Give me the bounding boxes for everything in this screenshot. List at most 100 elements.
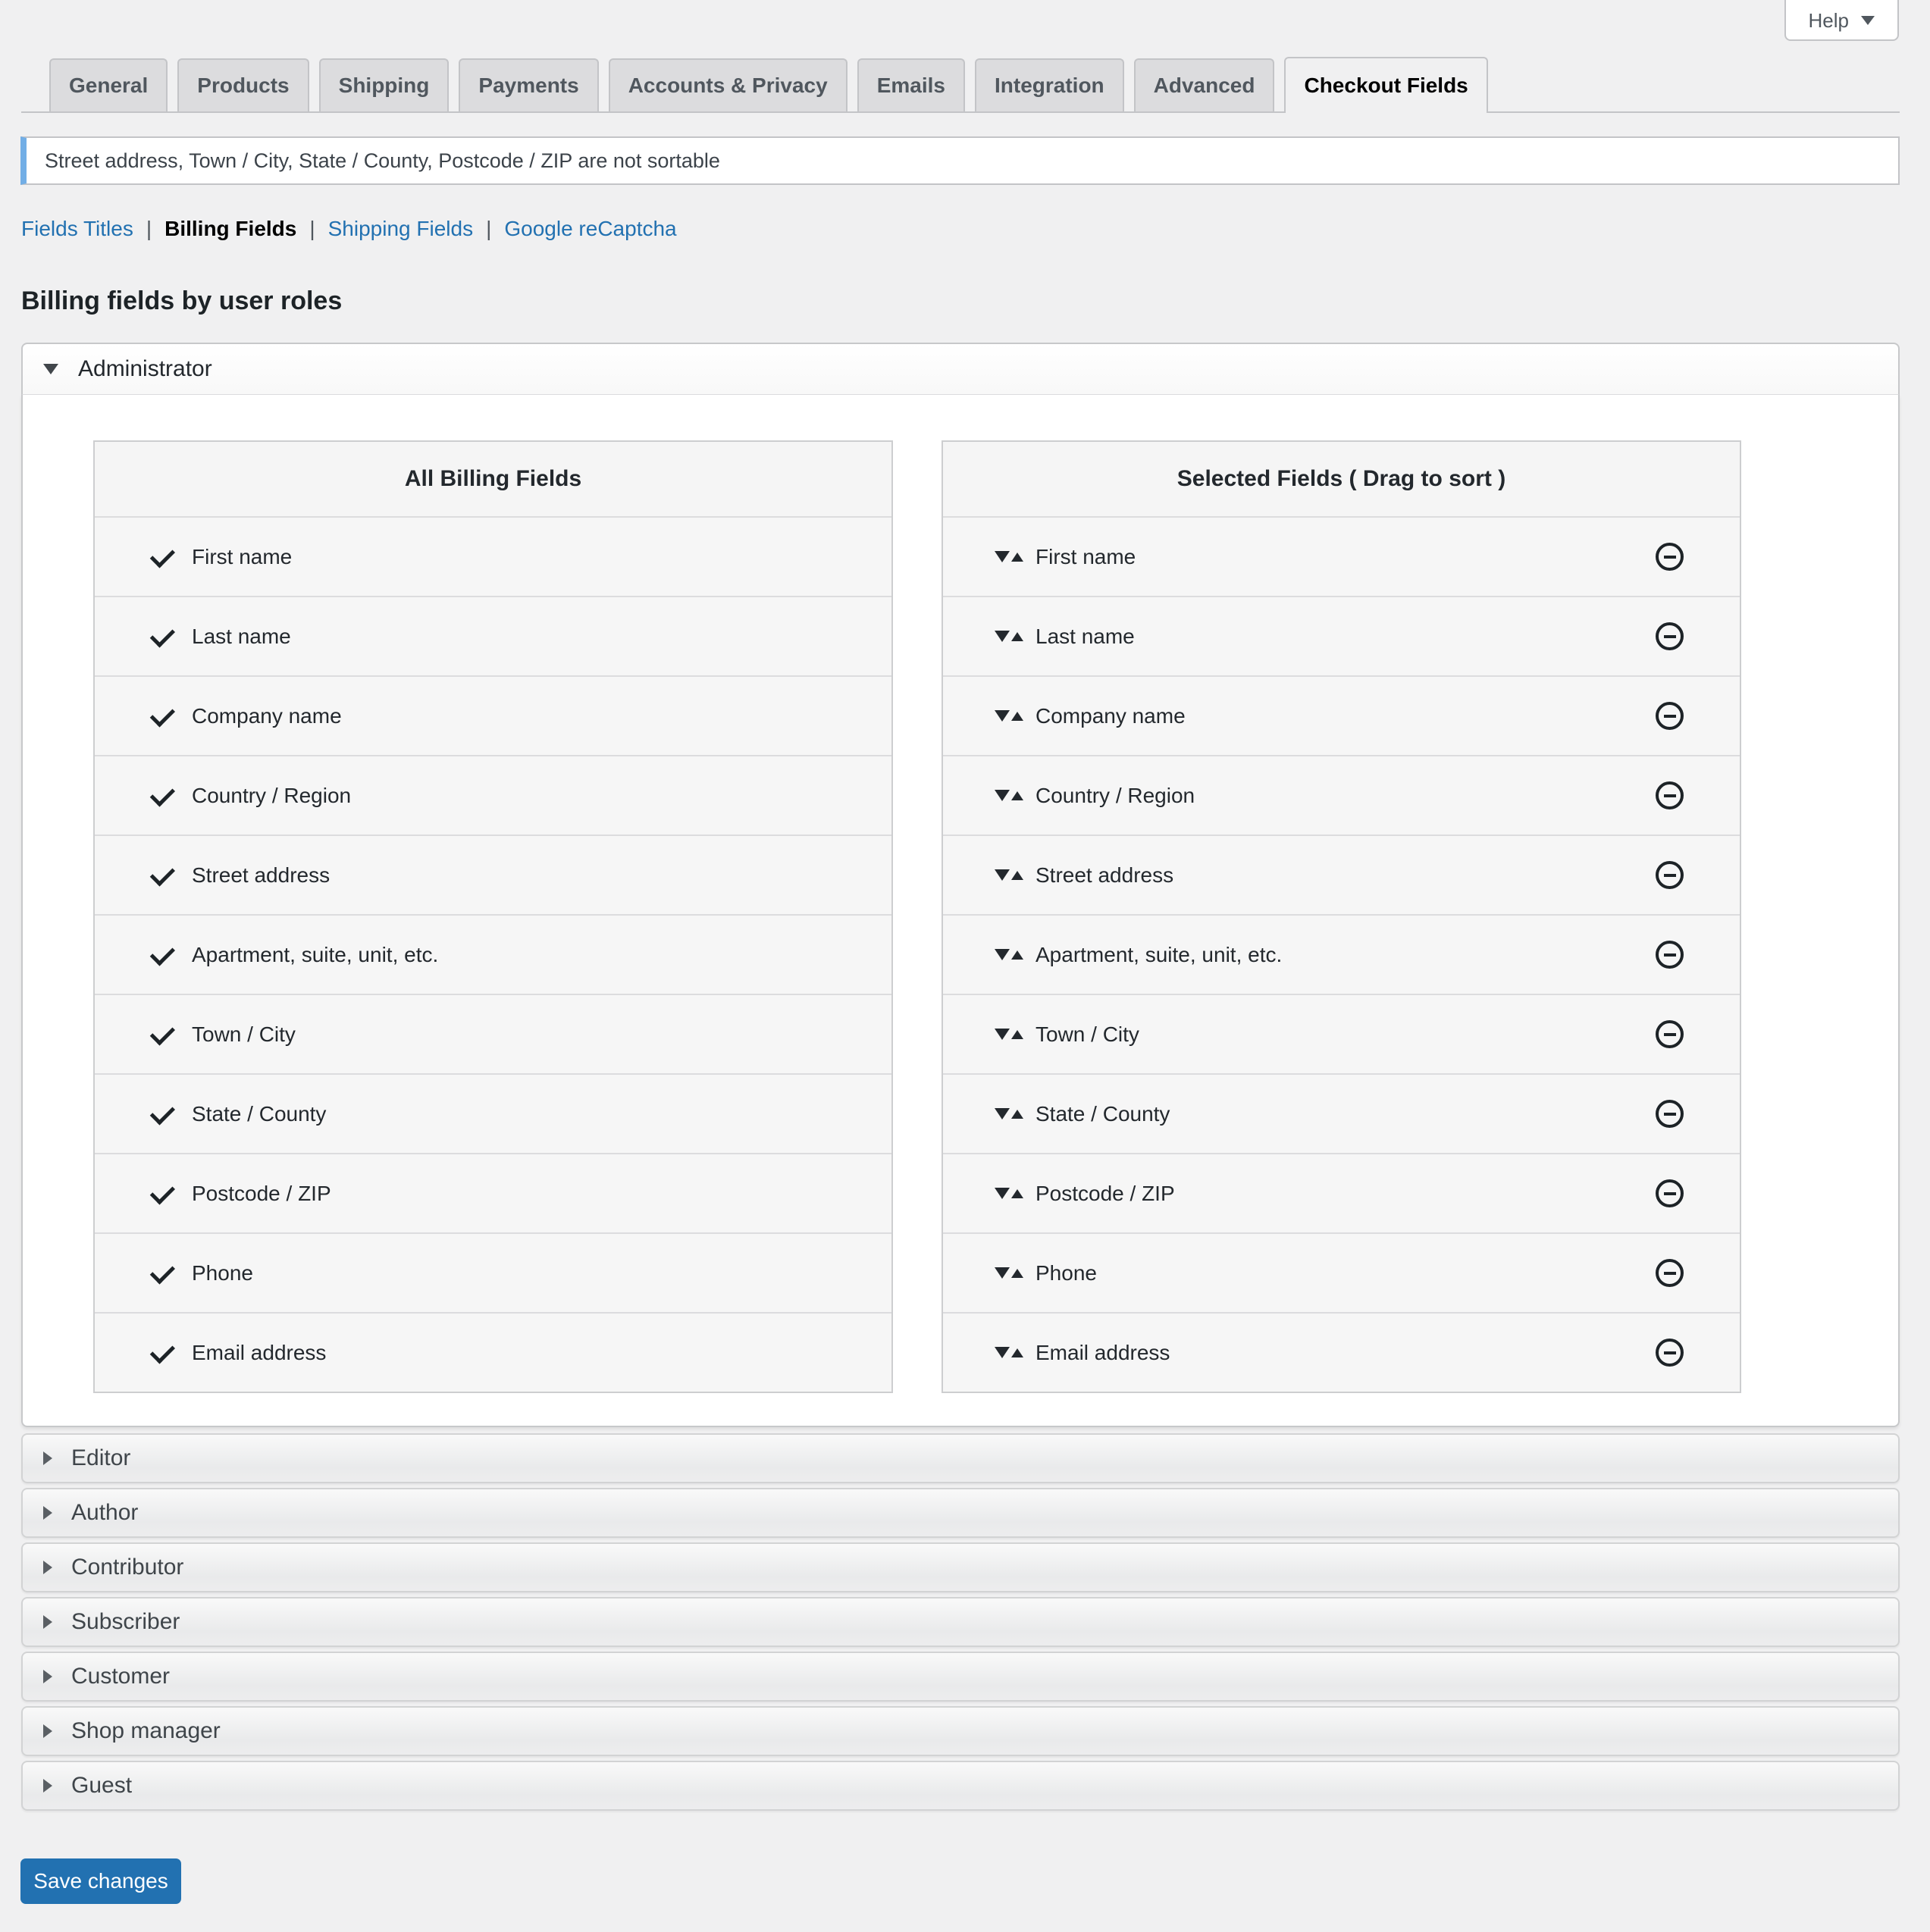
drag-sort-icon[interactable]: [995, 790, 1023, 801]
subnav-link-fields-titles[interactable]: Fields Titles: [21, 216, 133, 242]
drag-sort-icon[interactable]: [995, 710, 1023, 722]
check-icon: [150, 1339, 175, 1364]
sort-down-triangle: [995, 710, 1010, 722]
subnav-separator: |: [309, 216, 315, 242]
role-label: Editor: [71, 1445, 130, 1471]
accordion-header-contributor[interactable]: Contributor: [21, 1542, 1900, 1592]
selected-fields-row-apartment-suite-unit-etc[interactable]: Apartment, suite, unit, etc.: [943, 914, 1740, 994]
selected-fields-row-street-address[interactable]: Street address: [943, 834, 1740, 914]
accordion-header-guest[interactable]: Guest: [21, 1761, 1900, 1811]
all-fields-row-state-county[interactable]: State / County: [95, 1073, 891, 1153]
field-label: Company name: [192, 704, 342, 728]
remove-field-icon[interactable]: [1656, 702, 1684, 730]
drag-sort-icon[interactable]: [995, 1029, 1023, 1040]
accordion-header-author[interactable]: Author: [21, 1488, 1900, 1538]
selected-fields-title: Selected Fields ( Drag to sort ): [943, 442, 1740, 516]
selected-fields-row-phone[interactable]: Phone: [943, 1232, 1740, 1312]
selected-fields-row-postcode-zip[interactable]: Postcode / ZIP: [943, 1153, 1740, 1232]
sort-up-triangle: [1011, 791, 1023, 800]
notice-banner: Street address, Town / City, State / Cou…: [20, 136, 1900, 185]
tab-accounts-privacy[interactable]: Accounts & Privacy: [609, 58, 848, 111]
remove-field-icon[interactable]: [1656, 1020, 1684, 1048]
accordion-header-administrator[interactable]: Administrator: [21, 343, 1900, 395]
help-button[interactable]: Help: [1784, 0, 1899, 41]
check-icon: [150, 622, 175, 647]
check-icon: [150, 781, 175, 806]
accordion-header-customer[interactable]: Customer: [21, 1652, 1900, 1702]
tab-products[interactable]: Products: [177, 58, 309, 111]
selected-fields-row-company-name[interactable]: Company name: [943, 675, 1740, 755]
remove-field-icon[interactable]: [1656, 1339, 1684, 1367]
selected-fields-row-last-name[interactable]: Last name: [943, 596, 1740, 675]
all-billing-fields-title: All Billing Fields: [95, 442, 891, 516]
remove-field-icon[interactable]: [1656, 861, 1684, 889]
all-fields-row-phone[interactable]: Phone: [95, 1232, 891, 1312]
field-label: Apartment, suite, unit, etc.: [192, 943, 438, 967]
field-label: Postcode / ZIP: [1035, 1182, 1175, 1206]
subnav-separator: |: [146, 216, 152, 242]
help-label: Help: [1809, 9, 1849, 33]
selected-fields-row-country-region[interactable]: Country / Region: [943, 755, 1740, 834]
all-fields-row-street-address[interactable]: Street address: [95, 834, 891, 914]
all-fields-row-town-city[interactable]: Town / City: [95, 994, 891, 1073]
caret-down-icon: [43, 364, 58, 374]
tab-advanced[interactable]: Advanced: [1134, 58, 1275, 111]
drag-sort-icon[interactable]: [995, 1108, 1023, 1119]
drag-sort-icon[interactable]: [995, 631, 1023, 642]
check-icon: [150, 1259, 175, 1284]
drag-sort-icon[interactable]: [995, 949, 1023, 960]
sort-down-triangle: [995, 790, 1010, 801]
selected-fields-table: Selected Fields ( Drag to sort ) First n…: [942, 440, 1741, 1393]
sort-up-triangle: [1011, 1189, 1023, 1198]
selected-fields-row-state-county[interactable]: State / County: [943, 1073, 1740, 1153]
accordion-header-editor[interactable]: Editor: [21, 1433, 1900, 1483]
selected-fields-row-town-city[interactable]: Town / City: [943, 994, 1740, 1073]
accordion-header-shop-manager[interactable]: Shop manager: [21, 1706, 1900, 1756]
tab-integration[interactable]: Integration: [975, 58, 1124, 111]
remove-field-icon[interactable]: [1656, 1179, 1684, 1207]
remove-field-icon[interactable]: [1656, 622, 1684, 650]
all-fields-row-postcode-zip[interactable]: Postcode / ZIP: [95, 1153, 891, 1232]
all-fields-row-company-name[interactable]: Company name: [95, 675, 891, 755]
save-changes-button[interactable]: Save changes: [20, 1858, 181, 1904]
subnav-link-shipping-fields[interactable]: Shipping Fields: [328, 216, 473, 242]
all-fields-row-email-address[interactable]: Email address: [95, 1312, 891, 1392]
subnav-link-google-recaptcha[interactable]: Google reCaptcha: [504, 216, 676, 242]
selected-fields-row-first-name[interactable]: First name: [943, 516, 1740, 596]
accordion-header-subscriber[interactable]: Subscriber: [21, 1597, 1900, 1647]
field-label: Street address: [192, 863, 330, 888]
remove-field-icon[interactable]: [1656, 941, 1684, 969]
sort-down-triangle: [995, 1267, 1010, 1279]
sort-up-triangle: [1011, 712, 1023, 721]
check-icon: [150, 941, 175, 966]
tab-payments[interactable]: Payments: [459, 58, 598, 111]
selected-fields-row-email-address[interactable]: Email address: [943, 1312, 1740, 1392]
accordion-panel-administrator: All Billing Fields First nameLast nameCo…: [21, 395, 1900, 1427]
sort-up-triangle: [1011, 553, 1023, 562]
remove-field-icon[interactable]: [1656, 1259, 1684, 1287]
tab-checkout-fields[interactable]: Checkout Fields: [1284, 57, 1487, 113]
tab-shipping[interactable]: Shipping: [319, 58, 450, 111]
drag-sort-icon[interactable]: [995, 1188, 1023, 1199]
tab-general[interactable]: General: [49, 58, 168, 111]
all-fields-row-last-name[interactable]: Last name: [95, 596, 891, 675]
drag-sort-icon[interactable]: [995, 869, 1023, 881]
all-fields-row-country-region[interactable]: Country / Region: [95, 755, 891, 834]
tab-emails[interactable]: Emails: [857, 58, 965, 111]
role-label: Guest: [71, 1773, 132, 1799]
remove-field-icon[interactable]: [1656, 781, 1684, 809]
all-fields-row-apartment-suite-unit-etc[interactable]: Apartment, suite, unit, etc.: [95, 914, 891, 994]
field-label: Email address: [1035, 1341, 1170, 1365]
remove-field-icon[interactable]: [1656, 1100, 1684, 1128]
drag-sort-icon[interactable]: [995, 1347, 1023, 1358]
sort-down-triangle: [995, 551, 1010, 562]
all-fields-row-first-name[interactable]: First name: [95, 516, 891, 596]
sort-up-triangle: [1011, 632, 1023, 641]
field-label: Country / Region: [192, 784, 351, 808]
sort-up-triangle: [1011, 1110, 1023, 1119]
drag-sort-icon[interactable]: [995, 551, 1023, 562]
remove-field-icon[interactable]: [1656, 543, 1684, 571]
field-label: Last name: [192, 625, 291, 649]
drag-sort-icon[interactable]: [995, 1267, 1023, 1279]
subnav-link-billing-fields[interactable]: Billing Fields: [164, 216, 296, 242]
